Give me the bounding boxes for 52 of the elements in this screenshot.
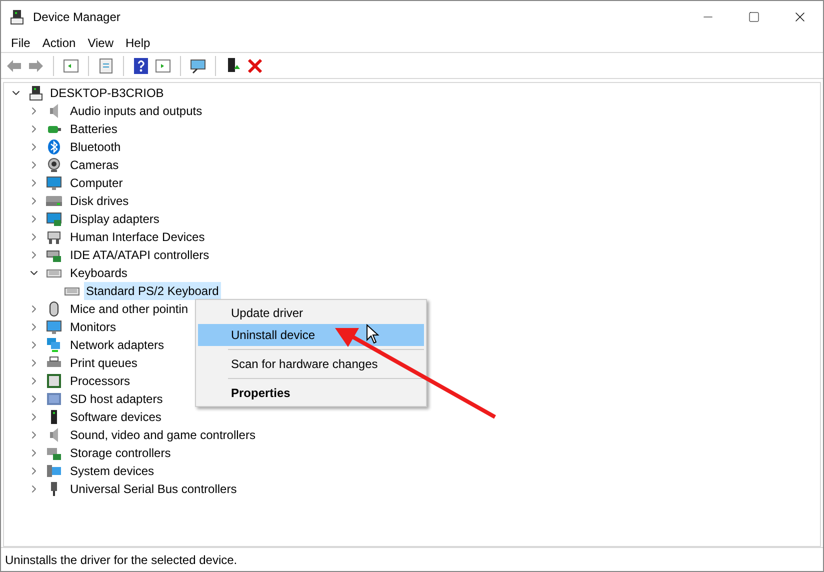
camera-icon (46, 157, 62, 173)
monitor-icon (46, 319, 62, 335)
bluetooth-icon (46, 139, 62, 155)
tree-item[interactable]: Computer (68, 174, 125, 192)
computer-tower-icon (28, 85, 44, 101)
network-icon (46, 337, 62, 353)
tree-item[interactable]: Bluetooth (68, 138, 123, 156)
help-icon[interactable] (132, 56, 150, 74)
disk-drive-icon (46, 193, 62, 209)
properties-icon[interactable] (97, 56, 115, 74)
menu-option[interactable]: Scan for hardware changes (198, 353, 424, 375)
menu-option[interactable]: Update driver (198, 302, 424, 324)
display-adapter-icon (46, 211, 62, 227)
menu-item[interactable]: Action (36, 34, 82, 52)
tree-item[interactable]: Mice and other pointin (68, 300, 190, 318)
storage-icon (46, 445, 62, 461)
processor-icon (46, 373, 62, 389)
tree-item[interactable]: Network adapters (68, 336, 166, 354)
tree-item[interactable]: Cameras (68, 156, 121, 174)
monitor-magnifier-icon[interactable] (189, 56, 207, 74)
tree-item[interactable]: IDE ATA/ATAPI controllers (68, 246, 212, 264)
tree-item[interactable]: SD host adapters (68, 390, 165, 408)
tree-item[interactable]: Human Interface Devices (68, 228, 207, 246)
tree-item[interactable]: Batteries (68, 120, 120, 138)
tree-item[interactable]: Software devices (68, 408, 164, 426)
tree-item[interactable]: System devices (68, 462, 156, 480)
maximize-icon[interactable] (748, 11, 760, 23)
tree-item[interactable]: Audio inputs and outputs (68, 102, 204, 120)
tree-item[interactable]: Storage controllers (68, 444, 173, 462)
tree-item[interactable]: Processors (68, 372, 132, 390)
tree-item[interactable]: Disk drives (68, 192, 131, 210)
menu-item[interactable]: View (82, 34, 120, 52)
tree-item[interactable]: Sound, video and game controllers (68, 426, 258, 444)
tree-item[interactable]: DESKTOP-B3CRIOB (50, 84, 164, 102)
tree-item[interactable]: Standard PS/2 Keyboard (84, 282, 221, 300)
status-text: Uninstalls the driver for the selected device. (5, 552, 238, 568)
tree-item[interactable]: Display adapters (68, 210, 162, 228)
menu-item[interactable]: File (5, 34, 36, 52)
tree-item[interactable]: Monitors (68, 318, 118, 336)
tree-item[interactable]: Universal Serial Bus controllers (68, 480, 239, 498)
menu-option[interactable]: Properties (198, 382, 424, 404)
menu-item[interactable]: Help (120, 34, 156, 52)
window-title: Device Manager (33, 9, 122, 26)
card-icon (46, 391, 62, 407)
app-icon (9, 9, 25, 25)
menu-option[interactable]: Uninstall device (198, 324, 424, 346)
mouse-pointer-icon (366, 324, 380, 344)
monitor-icon (46, 175, 62, 191)
delete-x-icon[interactable] (246, 56, 264, 74)
tree-item[interactable]: Print queues (68, 354, 140, 372)
computer-icon (46, 463, 62, 479)
tree-item[interactable]: Keyboards (68, 264, 130, 282)
